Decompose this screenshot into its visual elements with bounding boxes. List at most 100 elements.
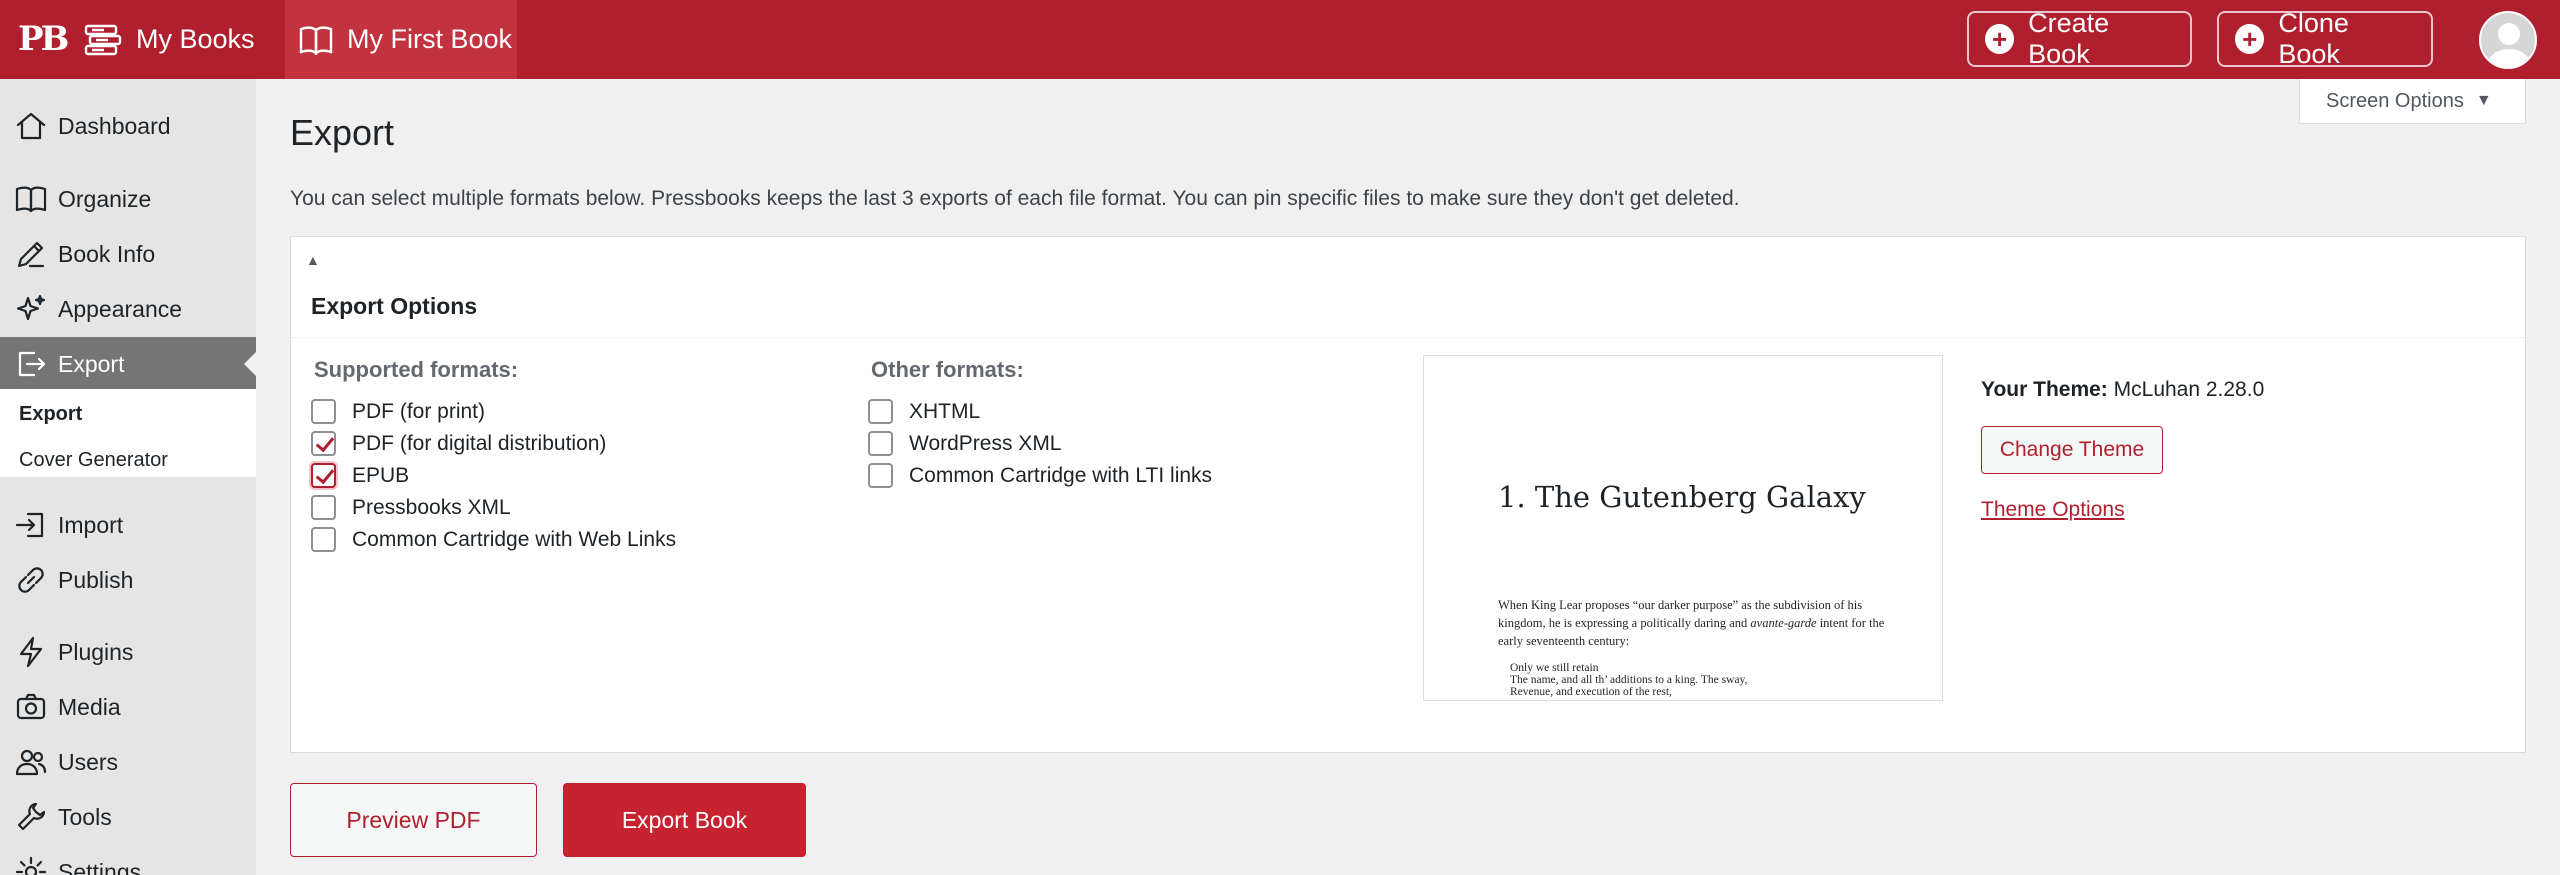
sidebar-item-label: Plugins <box>58 638 134 665</box>
my-books-label: My Books <box>136 24 255 54</box>
sidebar-item-label: Book Info <box>58 240 156 267</box>
current-book-link[interactable]: My First Book <box>285 0 517 79</box>
format-option-wordpress-xml[interactable]: WordPress XML <box>868 431 1062 456</box>
collapse-toggle-icon[interactable]: ▲ <box>306 252 320 268</box>
change-theme-button[interactable]: Change Theme <box>1981 426 2163 474</box>
users-icon <box>15 749 47 776</box>
sidebar-item-label: Organize <box>58 185 152 212</box>
format-option-common-cartridge-with-web-links[interactable]: Common Cartridge with Web Links <box>311 527 676 552</box>
format-label: Common Cartridge with Web Links <box>352 527 677 551</box>
sidebar-item-label: Export <box>58 350 125 377</box>
format-option-pdf-for-print[interactable]: PDF (for print) <box>311 399 485 424</box>
format-checkbox[interactable] <box>311 463 336 488</box>
format-label: Common Cartridge with LTI links <box>909 463 1213 487</box>
format-label: Pressbooks XML <box>352 495 511 519</box>
books-stack-icon <box>84 24 122 55</box>
pressbooks-logo[interactable]: PB <box>18 18 69 60</box>
panel-divider <box>291 337 2525 338</box>
format-label: WordPress XML <box>909 431 1062 455</box>
sidebar-item-label: Users <box>58 748 119 775</box>
submenu-item-cover-generator[interactable]: Cover Generator <box>19 449 168 472</box>
clone-book-label: Clone Book <box>2278 8 2349 69</box>
link-icon <box>18 567 44 593</box>
pencil-icon <box>17 241 45 268</box>
export-book-button[interactable]: Export Book <box>563 783 806 857</box>
preview-pdf-button[interactable]: Preview PDF <box>290 783 537 857</box>
wrench-icon <box>17 802 46 831</box>
sidebar-item-export[interactable]: Export <box>0 337 256 391</box>
preview-heading: 1. The Gutenberg Galaxy <box>1498 480 1866 514</box>
format-option-xhtml[interactable]: XHTML <box>868 399 980 424</box>
home-icon <box>16 112 46 140</box>
format-label: EPUB <box>352 463 410 487</box>
panel-title: Export Options <box>311 293 478 319</box>
sidebar-item-users[interactable]: Users <box>0 735 256 789</box>
sidebar-item-appearance[interactable]: Appearance <box>0 282 256 336</box>
user-avatar[interactable] <box>2479 11 2537 69</box>
sidebar-item-plugins[interactable]: Plugins <box>0 625 256 679</box>
preview-paragraph: When King Lear proposes “our darker purp… <box>1498 596 1888 650</box>
your-theme-text: Your Theme: McLuhan 2.28.0 <box>1981 378 2264 402</box>
format-option-pdf-for-digital-distribution[interactable]: PDF (for digital distribution) <box>311 431 606 456</box>
clone-book-button[interactable]: + Clone Book <box>2217 8 2433 69</box>
camera-icon <box>16 693 46 720</box>
my-books-link[interactable]: My Books <box>84 0 255 79</box>
sidebar-item-organize[interactable]: Organize <box>0 172 256 226</box>
sidebar-item-label: Dashboard <box>58 112 171 139</box>
clone-plus-icon: + <box>2235 24 2265 54</box>
gear-icon <box>15 856 47 875</box>
create-book-label: Create Book <box>2028 8 2110 69</box>
format-checkbox[interactable] <box>311 527 336 552</box>
format-checkbox[interactable] <box>311 399 336 424</box>
format-option-pressbooks-xml[interactable]: Pressbooks XML <box>311 495 511 520</box>
export-submenu: Export Cover Generator <box>0 389 256 477</box>
format-option-common-cartridge-with-lti-links[interactable]: Common Cartridge with LTI links <box>868 463 1212 488</box>
sidebar-item-media[interactable]: Media <box>0 680 256 734</box>
format-checkbox[interactable] <box>868 431 893 456</box>
sidebar-item-import[interactable]: Import <box>0 498 256 552</box>
sparkles-icon <box>16 294 46 321</box>
format-option-epub[interactable]: EPUB <box>311 463 409 488</box>
sidebar-item-label: Publish <box>58 566 134 593</box>
sidebar-item-label: Media <box>58 693 121 720</box>
plus-circle-icon: + <box>1985 24 2015 54</box>
sidebar-item-settings[interactable]: Settings <box>0 845 256 875</box>
book-open-icon <box>299 25 333 55</box>
preview-paragraph-emphasis: avante-garde <box>1750 616 1817 630</box>
supported-formats-label: Supported formats: <box>314 357 519 382</box>
format-checkbox[interactable] <box>868 399 893 424</box>
sidebar-item-publish[interactable]: Publish <box>0 553 256 607</box>
sidebar-item-label: Tools <box>58 803 112 830</box>
theme-preview-image: 1. The Gutenberg Galaxy When King Lear p… <box>1423 355 1943 701</box>
export-icon <box>18 351 46 377</box>
sidebar-item-book-info[interactable]: Book Info <box>0 227 256 281</box>
format-checkbox[interactable] <box>311 431 336 456</box>
sidebar-item-label: Settings <box>58 858 142 875</box>
format-checkbox[interactable] <box>868 463 893 488</box>
import-icon <box>15 512 44 538</box>
preview-quote-line: The name, and all th’ additions to a kin… <box>1510 674 1748 686</box>
page-title: Export <box>290 112 395 153</box>
screen-options-toggle[interactable]: Screen Options ▼ <box>2299 79 2526 124</box>
theme-name: McLuhan 2.28.0 <box>2113 378 2265 401</box>
theme-options-link[interactable]: Theme Options <box>1981 498 2125 522</box>
create-book-button[interactable]: + Create Book <box>1967 8 2192 69</box>
export-options-panel: ▲ Export Options Supported formats: PDF … <box>290 236 2526 753</box>
format-checkbox[interactable] <box>311 495 336 520</box>
format-label: XHTML <box>909 399 981 423</box>
sidebar-item-label: Appearance <box>58 295 183 322</box>
sidebar-item-label: Import <box>58 511 124 538</box>
sidebar-item-dashboard[interactable]: Dashboard <box>0 99 256 153</box>
book-open-icon <box>15 186 47 213</box>
current-book-label: My First Book <box>347 24 513 54</box>
your-theme-label: Your Theme: <box>1981 378 2108 401</box>
top-admin-bar: PB My Books My First Book + Create Book … <box>0 0 2560 79</box>
screen-options-label: Screen Options <box>2326 89 2464 112</box>
preview-quote: Only we still retain The name, and all t… <box>1510 662 1870 698</box>
format-label: PDF (for print) <box>352 399 486 423</box>
format-label: PDF (for digital distribution) <box>352 431 607 455</box>
sidebar-item-tools[interactable]: Tools <box>0 790 256 844</box>
page-intro: You can select multiple formats below. P… <box>290 187 1740 210</box>
bolt-icon <box>19 636 43 668</box>
submenu-item-export[interactable]: Export <box>19 403 82 426</box>
